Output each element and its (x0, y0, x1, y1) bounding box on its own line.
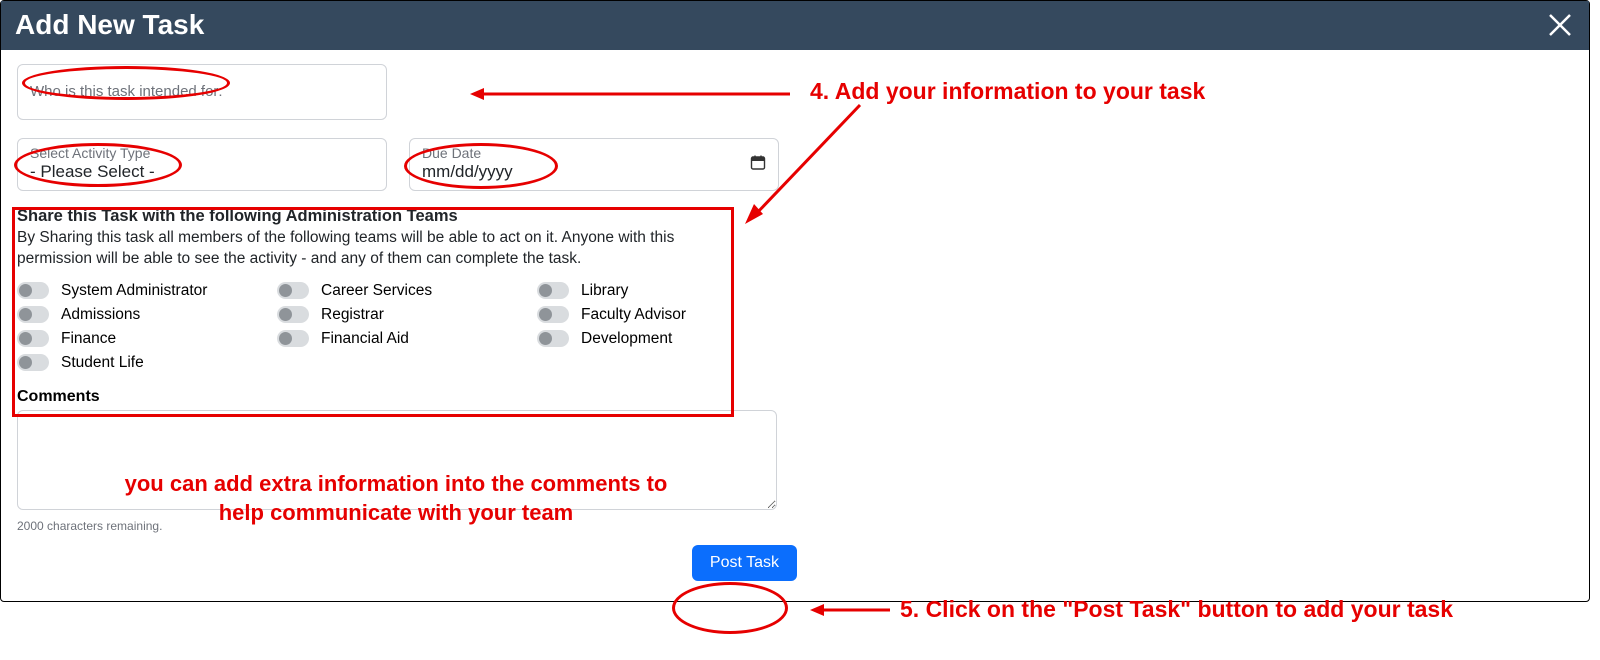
intended-for-placeholder: Who is this task intended for: (30, 83, 223, 100)
toggle-icon[interactable] (537, 282, 569, 299)
toggle-icon[interactable] (17, 354, 49, 371)
toggle-icon[interactable] (277, 330, 309, 347)
team-toggle-faculty-advisor: Faculty Advisor (537, 306, 737, 324)
team-toggle-financial-aid: Financial Aid (277, 330, 537, 348)
team-label: System Administrator (61, 282, 207, 300)
toggle-icon[interactable] (537, 306, 569, 323)
team-toggle-registrar: Registrar (277, 306, 537, 324)
team-label: Faculty Advisor (581, 306, 686, 324)
team-toggle-admissions: Admissions (17, 306, 277, 324)
due-date-value: mm/dd/yyyy (422, 162, 766, 182)
comments-textarea[interactable] (17, 410, 777, 510)
comments-label: Comments (17, 388, 1573, 406)
toggle-icon[interactable] (17, 282, 49, 299)
share-teams-title: Share this Task with the following Admin… (17, 207, 737, 226)
team-label: Finance (61, 330, 116, 348)
due-date-input[interactable]: Due Date mm/dd/yyyy (409, 138, 779, 191)
team-toggle-career-services: Career Services (277, 282, 537, 300)
team-toggle-student-life: Student Life (17, 354, 277, 372)
toggle-icon[interactable] (277, 282, 309, 299)
team-label: Library (581, 282, 628, 300)
chars-remaining: 2000 characters remaining. (17, 519, 1573, 533)
team-toggle-system-administrator: System Administrator (17, 282, 277, 300)
activity-type-select[interactable]: Select Activity Type - Please Select - (17, 138, 387, 191)
share-teams-section: Share this Task with the following Admin… (17, 207, 737, 372)
annotation-arrow (810, 602, 900, 622)
team-label: Admissions (61, 306, 140, 324)
modal-title: Add New Task (15, 9, 204, 41)
due-date-label: Due Date (422, 145, 766, 161)
team-label: Development (581, 330, 672, 348)
modal-header: Add New Task (1, 1, 1589, 50)
activity-type-value: - Please Select - (30, 162, 374, 182)
team-label: Financial Aid (321, 330, 409, 348)
toggle-icon[interactable] (277, 306, 309, 323)
intended-for-input[interactable]: Who is this task intended for: (17, 64, 387, 120)
annotation-arrow (740, 100, 870, 230)
toggle-icon[interactable] (17, 330, 49, 347)
team-label: Registrar (321, 306, 384, 324)
team-toggle-finance: Finance (17, 330, 277, 348)
activity-type-label: Select Activity Type (30, 145, 374, 161)
post-task-button[interactable]: Post Task (692, 545, 797, 581)
team-label: Student Life (61, 354, 144, 372)
toggle-icon[interactable] (537, 330, 569, 347)
team-toggle-library: Library (537, 282, 737, 300)
toggle-icon[interactable] (17, 306, 49, 323)
share-teams-desc: By Sharing this task all members of the … (17, 228, 737, 270)
team-label: Career Services (321, 282, 432, 300)
close-icon[interactable] (1545, 10, 1575, 40)
team-toggle-development: Development (537, 330, 737, 348)
